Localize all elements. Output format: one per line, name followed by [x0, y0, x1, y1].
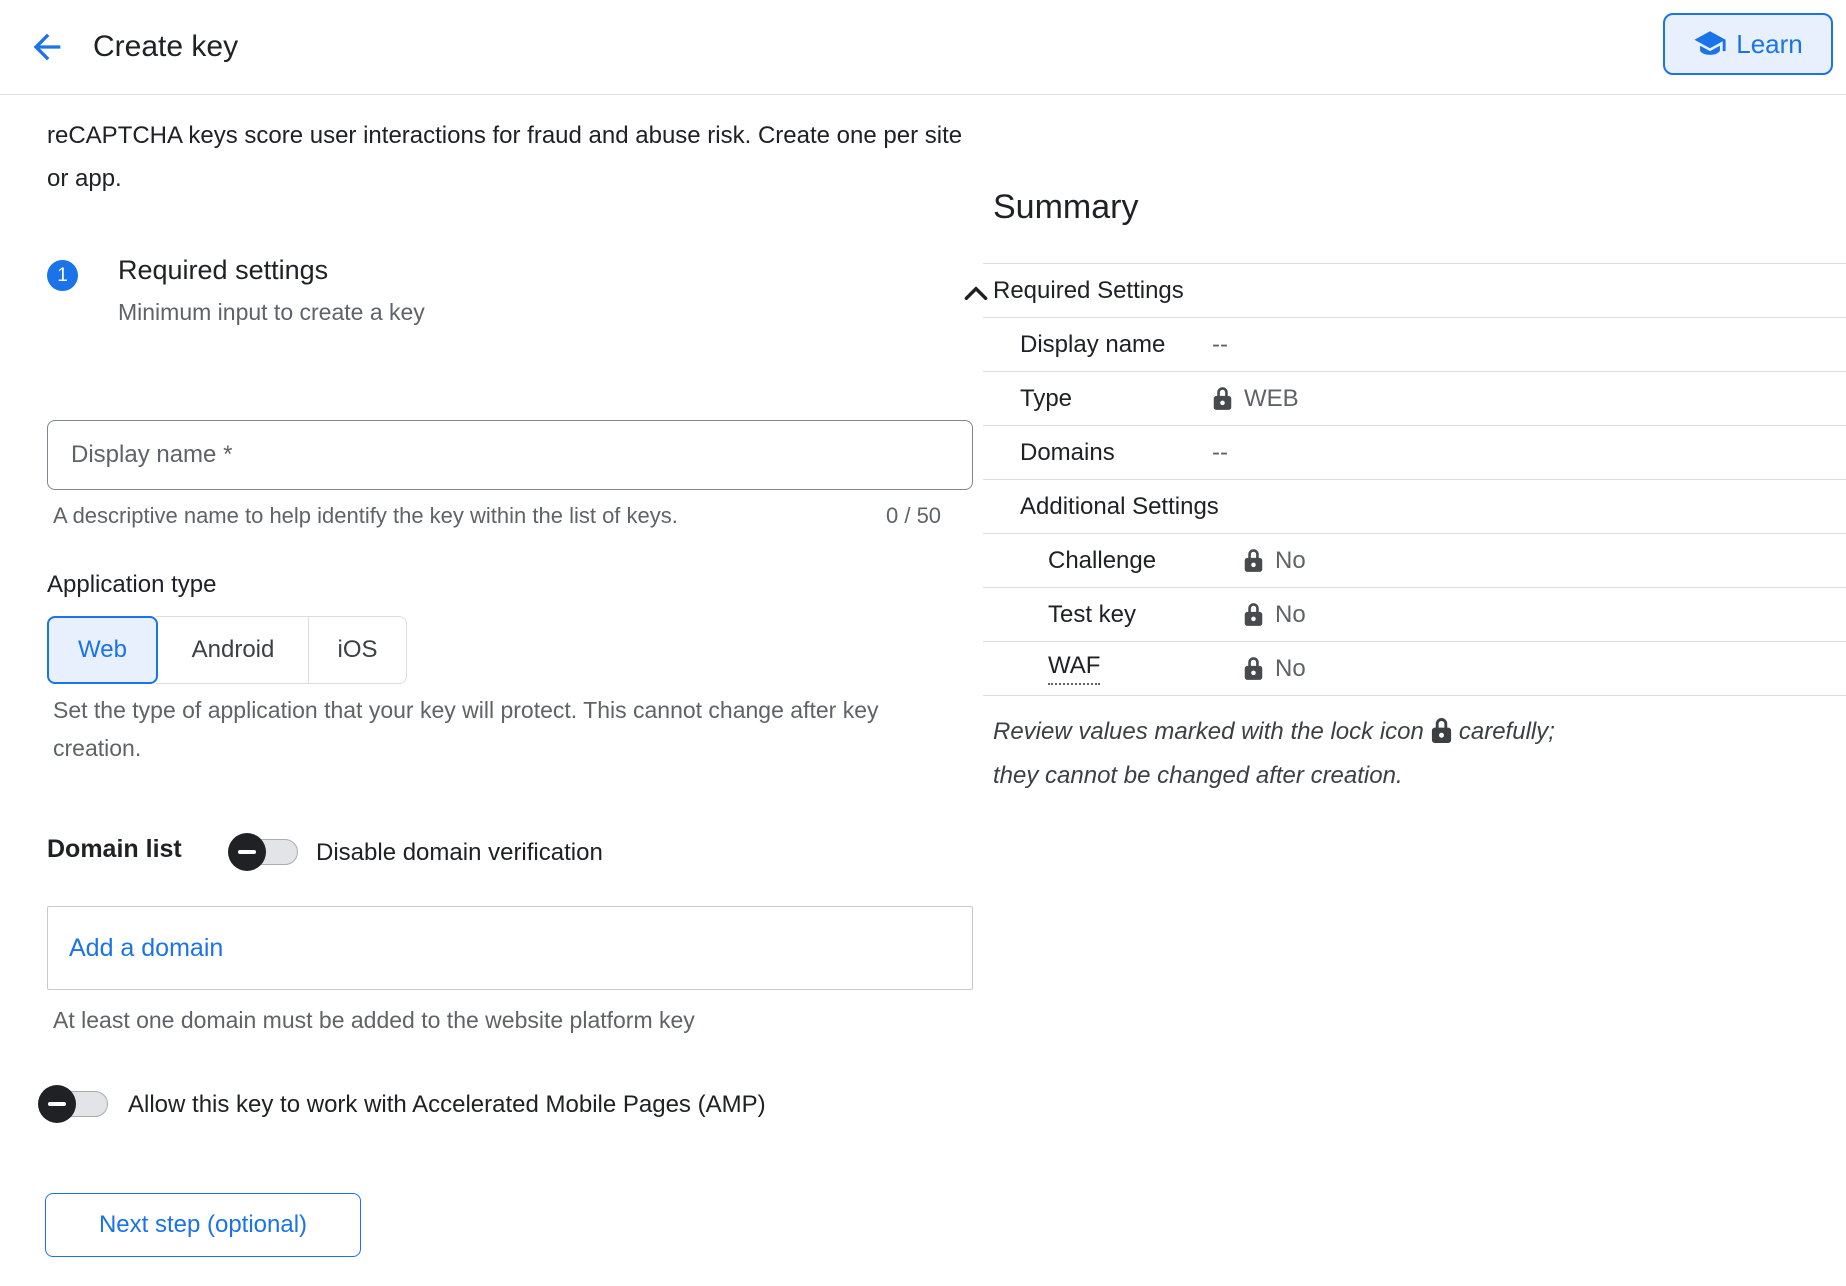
next-step-button-label: Next step (optional) — [99, 1211, 307, 1239]
summary-row-test-key: Test key No — [983, 588, 1846, 642]
summary-row-value: -- — [1212, 439, 1228, 467]
application-type-label: Application type — [47, 571, 216, 599]
summary-row-additional-settings: Additional Settings — [983, 480, 1846, 534]
back-button[interactable] — [24, 24, 70, 70]
disable-domain-verification-label: Disable domain verification — [316, 839, 603, 867]
step-number: 1 — [57, 265, 68, 287]
lock-icon — [1243, 548, 1264, 573]
add-domain-link[interactable]: Add a domain — [69, 934, 223, 963]
summary-row-waf: WAF No — [983, 642, 1846, 696]
domain-list-box: Add a domain — [47, 906, 973, 990]
summary-row-type: Type WEB — [983, 372, 1846, 426]
char-counter: 0 / 50 — [886, 503, 941, 529]
summary-row-label-waf-tooltip[interactable]: WAF — [1048, 652, 1100, 685]
summary-table: Required Settings Display name -- Type W… — [983, 263, 1846, 696]
summary-row-label: Display name — [1020, 331, 1165, 359]
application-type-helper: Set the type of application that your ke… — [53, 691, 943, 767]
display-name-helper: A descriptive name to help identify the … — [53, 503, 678, 529]
step-title: Required settings — [118, 255, 328, 286]
amp-toggle[interactable] — [38, 1084, 110, 1124]
summary-lock-note: Review values marked with the lock iconc… — [993, 710, 1605, 798]
summary-row-label: Domains — [1020, 439, 1115, 467]
summary-row-value: WEB — [1212, 385, 1299, 413]
summary-row-label: Test key — [1048, 601, 1136, 629]
summary-row-label: Additional Settings — [1020, 493, 1219, 521]
summary-row-domains: Domains -- — [983, 426, 1846, 480]
segment-web[interactable]: Web — [47, 616, 158, 684]
note-text-before: Review values marked with the lock icon — [993, 718, 1424, 745]
back-arrow-icon — [27, 27, 67, 67]
application-type-segmented-control: Web Android iOS — [47, 616, 407, 684]
toggle-thumb-minus-icon — [228, 833, 266, 871]
segment-ios[interactable]: iOS — [308, 616, 407, 684]
summary-row-challenge: Challenge No — [983, 534, 1846, 588]
disable-domain-verification-toggle[interactable] — [228, 832, 300, 872]
summary-row-display-name: Display name -- — [983, 318, 1846, 372]
amp-label: Allow this key to work with Accelerated … — [128, 1091, 766, 1119]
step-number-badge: 1 — [47, 260, 78, 291]
domain-list-label: Domain list — [47, 835, 182, 864]
learn-button[interactable]: Learn — [1663, 13, 1833, 75]
summary-row-value: No — [1243, 547, 1306, 575]
summary-row-value: No — [1243, 601, 1306, 629]
intro-text: reCAPTCHA keys score user interactions f… — [47, 114, 967, 200]
display-name-input[interactable] — [47, 420, 973, 490]
graduation-cap-icon — [1693, 27, 1727, 61]
toggle-thumb-minus-icon — [38, 1085, 76, 1123]
summary-title: Summary — [993, 188, 1138, 227]
segment-android[interactable]: Android — [156, 616, 308, 684]
summary-row-label: Type — [1020, 385, 1072, 413]
page-header: Create key Learn — [0, 0, 1846, 95]
step-subtitle: Minimum input to create a key — [118, 299, 425, 326]
lock-icon — [1243, 656, 1264, 681]
summary-row-label: Required Settings — [993, 277, 1184, 305]
page-title: Create key — [93, 23, 238, 71]
summary-row-value: -- — [1212, 331, 1228, 359]
lock-icon — [1243, 602, 1264, 627]
summary-row-value: No — [1243, 655, 1306, 683]
next-step-button[interactable]: Next step (optional) — [45, 1193, 361, 1257]
summary-row-label: Challenge — [1048, 547, 1156, 575]
lock-icon — [1212, 386, 1233, 411]
lock-icon — [1424, 718, 1459, 745]
learn-button-label: Learn — [1736, 29, 1803, 60]
summary-row-required-settings: Required Settings — [983, 264, 1846, 318]
domain-list-helper: At least one domain must be added to the… — [53, 1007, 695, 1034]
create-key-page: Create key Learn reCAPTCHA keys score us… — [0, 0, 1846, 1286]
